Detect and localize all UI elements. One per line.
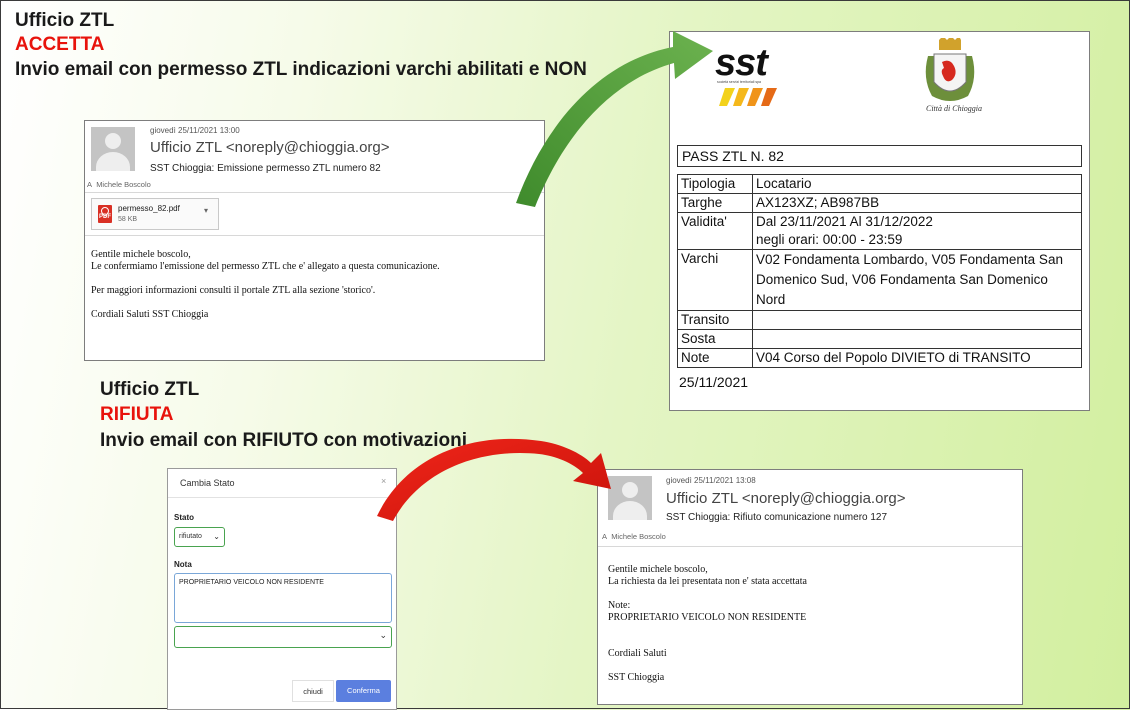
- red-arrow-icon: [377, 438, 611, 521]
- flow-arrows: [377, 31, 713, 521]
- green-arrow-icon: [516, 31, 713, 207]
